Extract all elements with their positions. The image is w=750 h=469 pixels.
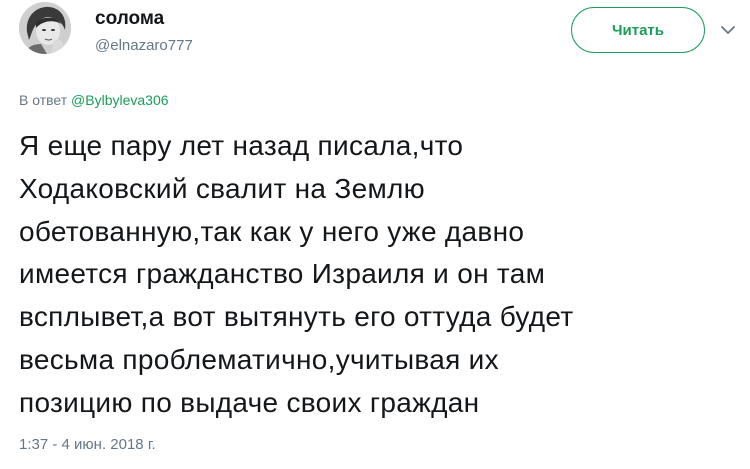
author-display-name[interactable]: солома: [95, 8, 164, 30]
author-handle[interactable]: @elnazaro777: [95, 37, 193, 54]
reply-context: В ответ @Bylbyleva306: [19, 92, 169, 108]
reply-prefix: В ответ: [19, 92, 68, 108]
tweet-timestamp[interactable]: 1:37 - 4 июн. 2018 г.: [19, 436, 156, 453]
reply-mention-link[interactable]: @Bylbyleva306: [71, 92, 169, 108]
chevron-down-icon[interactable]: [720, 23, 736, 37]
avatar[interactable]: [19, 2, 71, 54]
tweet-card: солома @elnazaro777 Читать В ответ @Bylb…: [0, 0, 750, 469]
tweet-text: Я еще пару лет назад писала,что Ходаковс…: [19, 130, 574, 418]
avatar-portrait-image: [19, 2, 71, 54]
follow-button[interactable]: Читать: [571, 7, 705, 53]
